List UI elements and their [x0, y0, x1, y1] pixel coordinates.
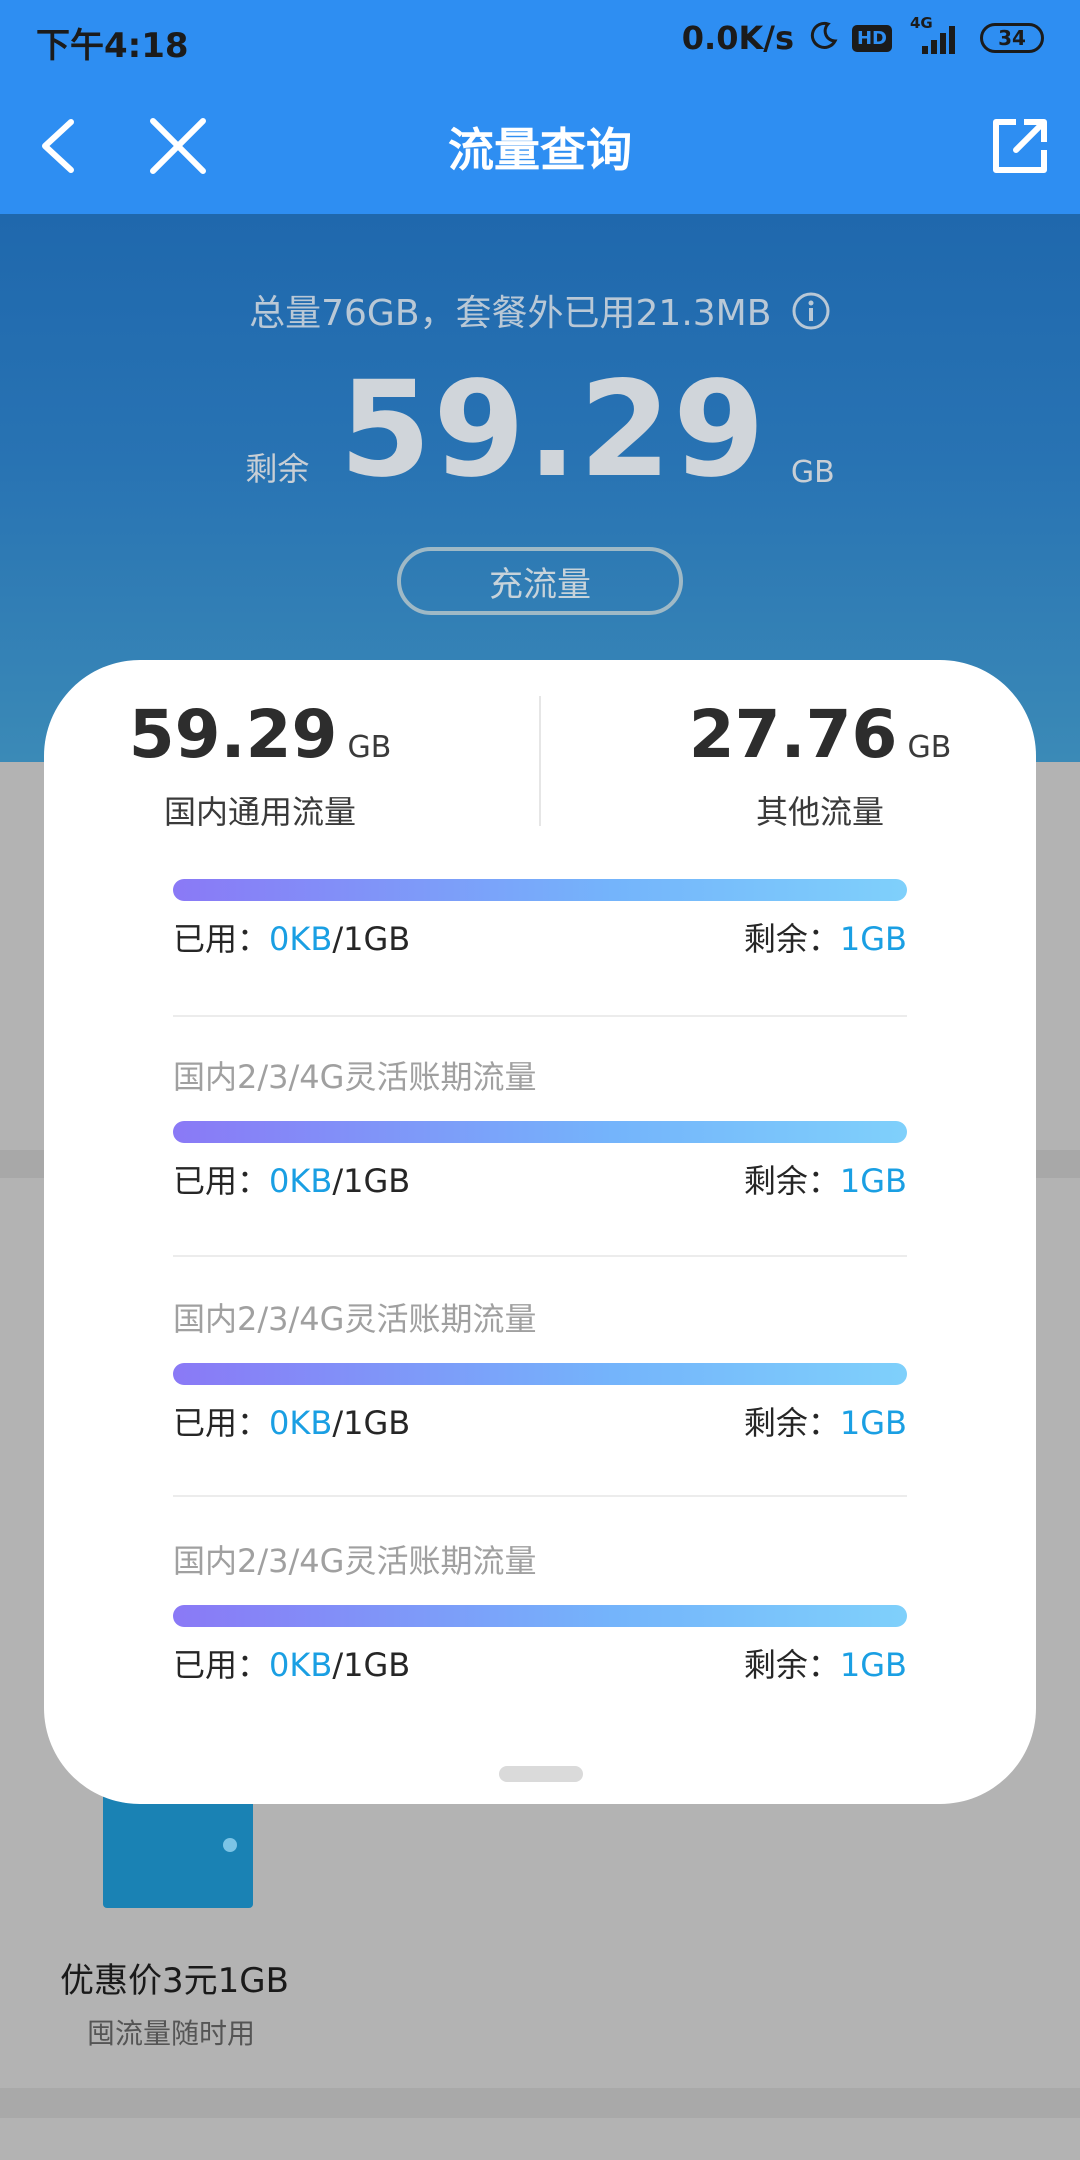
- remain-value: 1GB: [839, 920, 907, 958]
- total-value: /1GB: [332, 1404, 411, 1442]
- network-speed: 0.0K/s: [681, 19, 794, 57]
- item-divider: [173, 1015, 907, 1017]
- usage-bar: [173, 1605, 907, 1627]
- status-time: 下午4:18: [36, 26, 189, 66]
- remain-label: 剩余：: [743, 1404, 840, 1442]
- remain-text: 剩余：1GB: [744, 1403, 907, 1443]
- used-value: 0KB: [269, 1404, 333, 1442]
- flow-item-row: 已用：0KB/1GB 剩余：1GB: [173, 1161, 907, 1201]
- info-icon[interactable]: [791, 291, 831, 340]
- status-right: 0.0K/s HD 4G 34: [681, 14, 1044, 58]
- screen: 下午4:18 0.0K/s HD 4G 34 流量查询 总量76GB，套餐外已用…: [0, 0, 1080, 2160]
- drag-handle[interactable]: [499, 1766, 583, 1782]
- share-external-icon: [993, 119, 1047, 173]
- page-title: 流量查询: [448, 123, 632, 177]
- usage-bar: [173, 879, 907, 901]
- remain-label: 剩余：: [743, 1162, 840, 1200]
- other-unit: GB: [907, 730, 952, 765]
- remain-text: 剩余：1GB: [744, 1161, 907, 1201]
- used-value: 0KB: [269, 1162, 333, 1200]
- section-divider-bottom: [0, 2088, 1080, 2118]
- nav-bar: 流量查询: [0, 76, 1080, 214]
- used-label: 已用：: [173, 1404, 270, 1442]
- used-text: 已用：0KB/1GB: [173, 919, 410, 959]
- domestic-general-flow: 59.29 GB 国内通用流量: [44, 696, 540, 833]
- remain-label: 剩余：: [743, 1646, 840, 1684]
- flow-item-name: 国内2/3/4G灵活账期流量: [173, 1300, 537, 1338]
- domestic-unit: GB: [347, 730, 392, 765]
- moon-icon: [808, 21, 838, 55]
- network-type: 4G: [910, 14, 933, 32]
- signal-icon: 4G: [906, 14, 966, 56]
- remaining-value: 59.29: [339, 353, 767, 507]
- other-label: 其他流量: [755, 793, 884, 831]
- usage-summary: 总量76GB，套餐外已用21.3MB: [0, 284, 1080, 340]
- usage-summary-text: 总量76GB，套餐外已用21.3MB: [249, 293, 772, 334]
- used-text: 已用：0KB/1GB: [173, 1403, 410, 1443]
- recharge-button[interactable]: 充流量: [397, 547, 683, 615]
- flow-item-name: 国内2/3/4G灵活账期流量: [173, 1542, 537, 1580]
- share-button[interactable]: [980, 106, 1060, 186]
- hd-badge: HD: [851, 24, 892, 52]
- used-text: 已用：0KB/1GB: [173, 1645, 410, 1685]
- remain-value: 1GB: [839, 1646, 907, 1684]
- total-value: /1GB: [332, 920, 411, 958]
- total-value: /1GB: [332, 1646, 411, 1684]
- used-value: 0KB: [269, 1646, 333, 1684]
- remaining-unit: GB: [790, 455, 835, 490]
- flow-item-name: 国内2/3/4G灵活账期流量: [173, 1058, 537, 1096]
- remain-text: 剩余：1GB: [744, 1645, 907, 1685]
- item-divider: [173, 1255, 907, 1257]
- total-value: /1GB: [332, 1162, 411, 1200]
- battery-icon: 34: [980, 23, 1044, 53]
- remain-text: 剩余：1GB: [744, 919, 907, 959]
- other-flow: 27.76 GB 其他流量: [540, 696, 1036, 833]
- usage-bar: [173, 1121, 907, 1143]
- used-label: 已用：: [173, 920, 270, 958]
- remaining-row: 剩余 59.29 GB: [0, 364, 1080, 496]
- remain-value: 1GB: [839, 1404, 907, 1442]
- domestic-label: 国内通用流量: [163, 793, 356, 831]
- flow-item: 已用：0KB/1GB 剩余：1GB: [173, 879, 907, 959]
- item-divider: [173, 1495, 907, 1497]
- status-bar: 下午4:18 0.0K/s HD 4G 34: [0, 0, 1080, 76]
- used-text: 已用：0KB/1GB: [173, 1161, 410, 1201]
- flow-item-row: 已用：0KB/1GB 剩余：1GB: [173, 1403, 907, 1443]
- flow-item: 国内2/3/4G灵活账期流量 已用：0KB/1GB 剩余：1GB: [173, 1299, 907, 1443]
- flow-item-row: 已用：0KB/1GB 剩余：1GB: [173, 919, 907, 959]
- usage-bar: [173, 1363, 907, 1385]
- remain-label: 剩余：: [743, 920, 840, 958]
- product-image[interactable]: [103, 1792, 253, 1908]
- other-value: 27.76: [688, 696, 898, 773]
- remain-value: 1GB: [839, 1162, 907, 1200]
- used-value: 0KB: [269, 920, 333, 958]
- usage-detail-card: 59.29 GB 国内通用流量 27.76 GB 其他流量 已用：0KB/1GB 剩…: [44, 660, 1036, 1804]
- product-subtitle: 囤流量随时用: [87, 2017, 256, 2050]
- flow-item: 国内2/3/4G灵活账期流量 已用：0KB/1GB 剩余：1GB: [173, 1541, 907, 1685]
- used-label: 已用：: [173, 1162, 270, 1200]
- used-label: 已用：: [173, 1646, 270, 1684]
- flow-item: 国内2/3/4G灵活账期流量 已用：0KB/1GB 剩余：1GB: [173, 1057, 907, 1201]
- domestic-value: 59.29: [128, 696, 338, 773]
- remaining-label: 剩余: [245, 450, 310, 488]
- product-title[interactable]: 优惠价3元1GB: [60, 1953, 289, 2002]
- flow-item-row: 已用：0KB/1GB 剩余：1GB: [173, 1645, 907, 1685]
